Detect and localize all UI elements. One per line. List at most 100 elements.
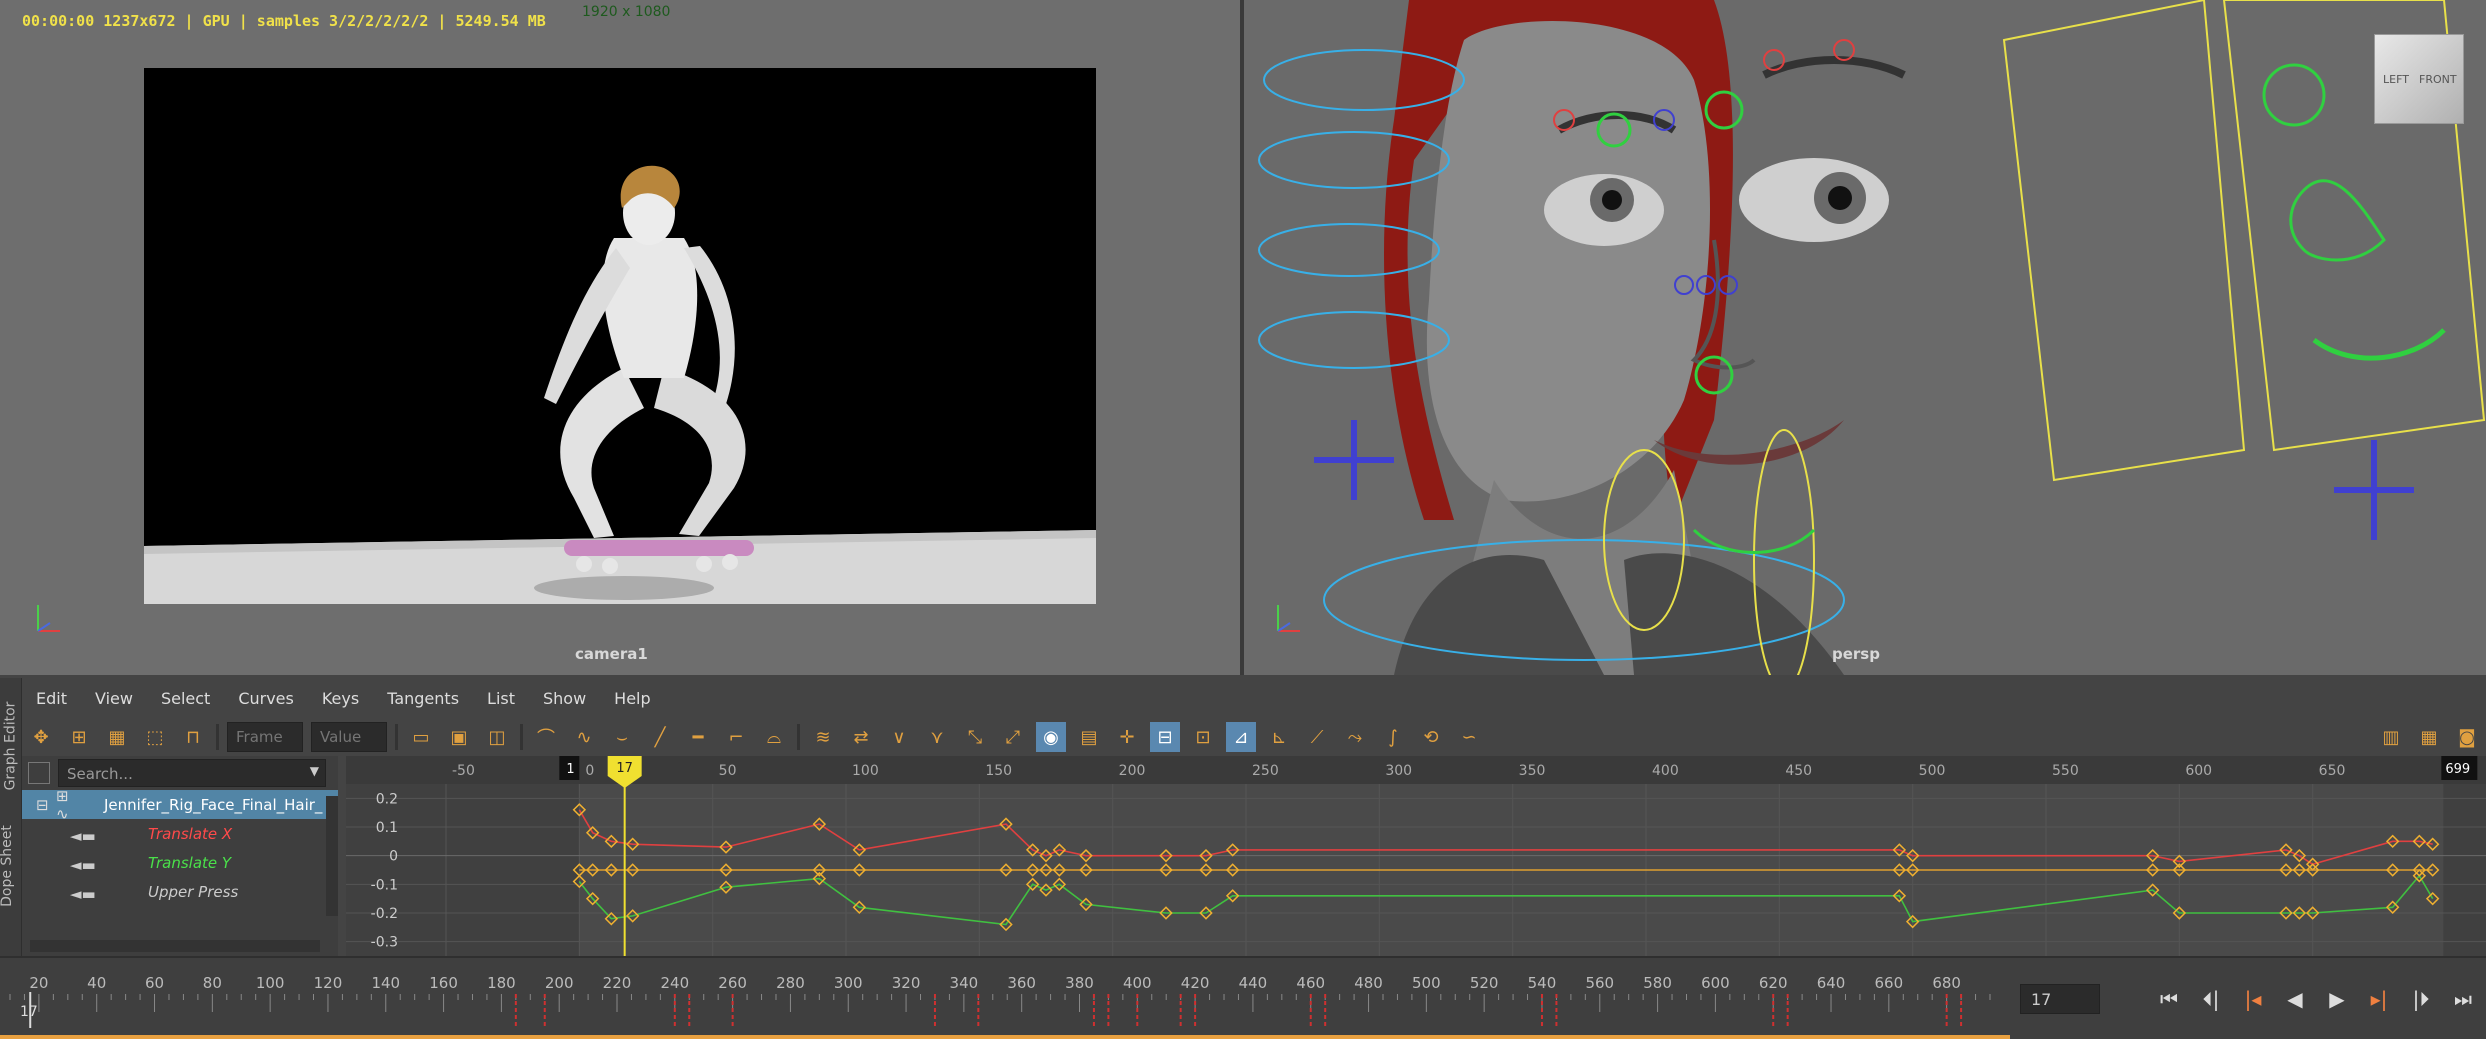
normalize-icon[interactable]: ⊿ <box>1226 722 1256 752</box>
time-tick-label: 120 <box>314 974 343 992</box>
plateau-tangent-icon[interactable]: ⌓ <box>759 722 789 752</box>
menu-view[interactable]: View <box>81 689 147 708</box>
x-tick-label: 550 <box>2052 763 2079 779</box>
step-tangent-icon[interactable]: ⌐ <box>721 722 751 752</box>
value-field[interactable] <box>311 722 387 752</box>
current-time-label: 17 <box>616 761 633 776</box>
time-slider-ruler[interactable]: 20 40 60 80 100 120 140 160 180 200 220 240 260 280 30… <box>0 958 2010 1039</box>
camera-sequencer-icon[interactable]: ◙ <box>2452 722 2482 752</box>
channel-label: Translate X <box>148 824 233 843</box>
frame-all-icon[interactable]: ▭ <box>406 722 436 752</box>
play-forward-icon[interactable]: ▶ <box>2318 984 2356 1014</box>
time-tick-label: 420 <box>1181 974 1210 992</box>
stacked-icon[interactable]: ⟋ <box>1302 722 1332 752</box>
graph-ruler-band <box>346 756 2486 784</box>
menu-help[interactable]: Help <box>600 689 664 708</box>
dope-sheet-icon[interactable]: ▥ <box>2376 722 2406 752</box>
play-backward-icon[interactable]: ◀ <box>2276 984 2314 1014</box>
menu-select[interactable]: Select <box>147 689 224 708</box>
toolbar-separator <box>395 724 398 750</box>
menu-tangents[interactable]: Tangents <box>373 689 473 708</box>
viewcube[interactable]: LEFT FRONT <box>2374 34 2464 124</box>
menu-curves[interactable]: Curves <box>224 689 308 708</box>
x-tick-label: 500 <box>1919 763 1946 779</box>
swap-buffer-icon[interactable]: ⇄ <box>846 722 876 752</box>
load-selected-icon[interactable]: ▤ <box>1074 722 1104 752</box>
current-frame-field[interactable] <box>2020 984 2100 1014</box>
frame-playback-icon[interactable]: ◫ <box>482 722 512 752</box>
channel-label: Translate Y <box>148 853 232 872</box>
frame-field[interactable] <box>227 722 303 752</box>
cycle-icon[interactable]: ⟲ <box>1416 722 1446 752</box>
denormalize-icon[interactable]: ⊾ <box>1264 722 1294 752</box>
out-of-range-shade <box>346 784 580 956</box>
channel-icon: ◄▬ <box>70 826 96 845</box>
trax-icon[interactable]: ▦ <box>2414 722 2444 752</box>
frame-selection-icon[interactable]: ▣ <box>444 722 474 752</box>
free-weight-icon[interactable]: ⤡ <box>960 722 990 752</box>
time-tick-label: 600 <box>1701 974 1730 992</box>
menu-list[interactable]: List <box>473 689 529 708</box>
tab-dope-sheet[interactable]: Dope Sheet <box>0 825 15 907</box>
graph-editor-panel: Graph Editor Dope Sheet Edit View Select… <box>0 678 2486 956</box>
time-tick-label: 340 <box>950 974 979 992</box>
camera1-viewport[interactable]: 00:00:00 1237x672 | GPU | samples 3/2/2/… <box>0 0 1240 675</box>
search-input[interactable]: Search... ▼ <box>58 759 326 787</box>
x-tick-label: 650 <box>2319 763 2346 779</box>
go-to-start-icon[interactable]: ⏮ <box>2150 984 2188 1014</box>
region-select-icon[interactable]: ⬚ <box>140 722 170 752</box>
x-tick-label: 350 <box>1519 763 1546 779</box>
channel-row-translate-x[interactable]: ◄▬ Translate X <box>22 819 338 848</box>
expand-icon[interactable]: ⊟ <box>36 796 56 814</box>
menu-edit[interactable]: Edit <box>22 689 81 708</box>
x-tick-label: 300 <box>1385 763 1412 779</box>
next-key-icon[interactable]: ▸| <box>2360 984 2398 1014</box>
post-infinity-icon[interactable]: ∫ <box>1378 722 1408 752</box>
graph-editor-menubar: Edit View Select Curves Keys Tangents Li… <box>22 678 2486 718</box>
chevron-down-icon[interactable]: ▼ <box>310 764 319 778</box>
step-back-icon[interactable]: ⏴| <box>2192 984 2230 1014</box>
auto-tangent-icon[interactable]: ⌒ <box>531 722 561 752</box>
x-tick-label: 100 <box>852 763 879 779</box>
menu-show[interactable]: Show <box>529 689 600 708</box>
move-key-icon[interactable]: ✥ <box>26 722 56 752</box>
break-tangent-icon[interactable]: ∨ <box>884 722 914 752</box>
linear-tangent-icon[interactable]: ╱ <box>645 722 675 752</box>
channel-row-upper-press[interactable]: ◄▬ Upper Press <box>22 877 338 906</box>
lattice-icon[interactable]: ▦ <box>102 722 132 752</box>
outliner-vscroll[interactable] <box>326 796 338 916</box>
retime-icon[interactable]: ⊓ <box>178 722 208 752</box>
filter-icon[interactable] <box>28 762 50 784</box>
channel-row-translate-y[interactable]: ◄▬ Translate Y <box>22 848 338 877</box>
go-to-end-icon[interactable]: ⏭ <box>2444 984 2482 1014</box>
curve-graph[interactable]: -50 0 50 100 150 200 250 300 350 400 450 500 550 600 6… <box>346 756 2486 956</box>
toolbar-separator <box>520 724 523 750</box>
oscillate-icon[interactable]: ∽ <box>1454 722 1484 752</box>
center-icon[interactable]: ✛ <box>1112 722 1142 752</box>
outliner-hscroll[interactable] <box>30 940 320 952</box>
unify-tangent-icon[interactable]: ⋎ <box>922 722 952 752</box>
axis-gizmo-icon <box>1277 605 1300 632</box>
time-tick-label: 260 <box>718 974 747 992</box>
spline-tangent-icon[interactable]: ∿ <box>569 722 599 752</box>
menu-keys[interactable]: Keys <box>308 689 373 708</box>
buffer-curve-icon[interactable]: ≋ <box>808 722 838 752</box>
value-snap-icon[interactable]: ⊡ <box>1188 722 1218 752</box>
clamped-tangent-icon[interactable]: ⌣ <box>607 722 637 752</box>
time-snap-icon[interactable]: ⊟ <box>1150 722 1180 752</box>
outliner-node[interactable]: ⊟ ⊞ ∿ Jennifer_Rig_Face_Final_Hair_ <box>22 787 338 823</box>
pre-infinity-icon[interactable]: ⤳ <box>1340 722 1370 752</box>
lock-weight-icon[interactable]: ⤢ <box>998 722 1028 752</box>
insert-key-icon[interactable]: ⊞ <box>64 722 94 752</box>
step-forward-icon[interactable]: |⏵ <box>2402 984 2440 1014</box>
flat-tangent-icon[interactable]: ━ <box>683 722 713 752</box>
persp-viewport[interactable]: LEFT FRONT persp <box>1244 0 2486 675</box>
graph-view[interactable]: -50 0 50 100 150 200 250 300 350 400 450 500 550 600 6… <box>346 756 2486 956</box>
tab-graph-editor[interactable]: Graph Editor <box>2 702 18 791</box>
x-tick-label: 150 <box>985 763 1012 779</box>
toolbar-separator <box>797 724 800 750</box>
time-slider[interactable]: 20 40 60 80 100 120 140 160 180 200 220 240 260 280 30… <box>0 956 2486 1039</box>
viewcube-front-label: FRONT <box>2419 73 2457 86</box>
prev-key-icon[interactable]: |◂ <box>2234 984 2272 1014</box>
auto-load-icon[interactable]: ◉ <box>1036 722 1066 752</box>
